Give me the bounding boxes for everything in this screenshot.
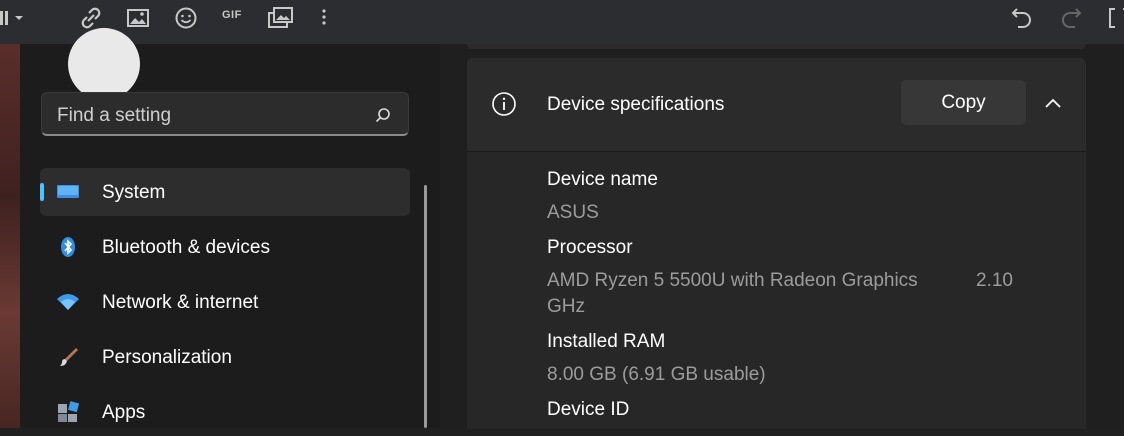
brush-icon [56,345,80,369]
monitor-icon [56,180,80,204]
selection-indicator [40,183,44,201]
sidebar-item-label: Apps [102,402,146,423]
spec-label-installed-ram: Installed RAM [547,331,666,352]
sidebar-item-network[interactable]: Network & internet [40,278,410,326]
info-icon [491,91,517,117]
device-specs-body: Device name ASUS Processor AMD Ryzen 5 5… [467,151,1086,429]
redo-icon[interactable] [1058,5,1084,31]
copy-button[interactable]: Copy [901,80,1026,125]
spec-label-processor: Processor [547,237,633,258]
emoji-icon[interactable] [173,5,199,31]
window-edge [1086,44,1124,428]
link-icon[interactable] [78,5,104,31]
more-icon[interactable] [311,5,337,31]
sidebar-scrollbar[interactable] [424,185,427,428]
sidebar-item-system[interactable]: System [40,168,410,216]
spec-value-processor-speed: 2.10 [976,270,1013,291]
search-box[interactable]: Find a setting [41,92,409,136]
previous-card [467,44,1086,49]
bluetooth-icon [56,235,80,259]
sidebar-item-label: Network & internet [102,292,259,313]
editor-toolbar: GIF [0,0,1124,44]
sidebar-item-label: Personalization [102,347,232,368]
gif-icon[interactable]: GIF [222,9,242,21]
user-avatar[interactable] [68,28,140,100]
sidebar-item-apps[interactable]: Apps [40,388,410,436]
device-specs-header[interactable]: Device specifications Copy [467,58,1086,151]
apps-icon [56,400,80,424]
gallery-icon[interactable] [268,5,294,31]
chevron-up-icon[interactable] [1044,96,1062,110]
sidebar-item-label: Bluetooth & devices [102,237,270,258]
sidebar-item-label: System [102,182,166,203]
spec-label-device-name: Device name [547,169,658,190]
spec-value-installed-ram: 8.00 GB (6.91 GB usable) [547,364,766,385]
spec-value-device-name: ASUS [547,202,599,223]
image-icon[interactable] [125,5,151,31]
bracket-icon[interactable] [1106,5,1124,31]
spec-value-processor: AMD Ryzen 5 5500U with Radeon Graphics [547,270,918,291]
menu-icon[interactable] [0,5,26,31]
undo-icon[interactable] [1009,5,1035,31]
sidebar-item-personalization[interactable]: Personalization [40,333,410,381]
spec-value-processor-unit: GHz [547,296,585,317]
wifi-icon [56,290,80,314]
sidebar-item-bluetooth[interactable]: Bluetooth & devices [40,223,410,271]
spec-label-device-id: Device ID [547,399,630,420]
card-title: Device specifications [547,94,725,115]
search-icon[interactable] [374,106,392,124]
desktop-wallpaper [0,44,20,428]
search-input[interactable]: Find a setting [57,105,171,127]
